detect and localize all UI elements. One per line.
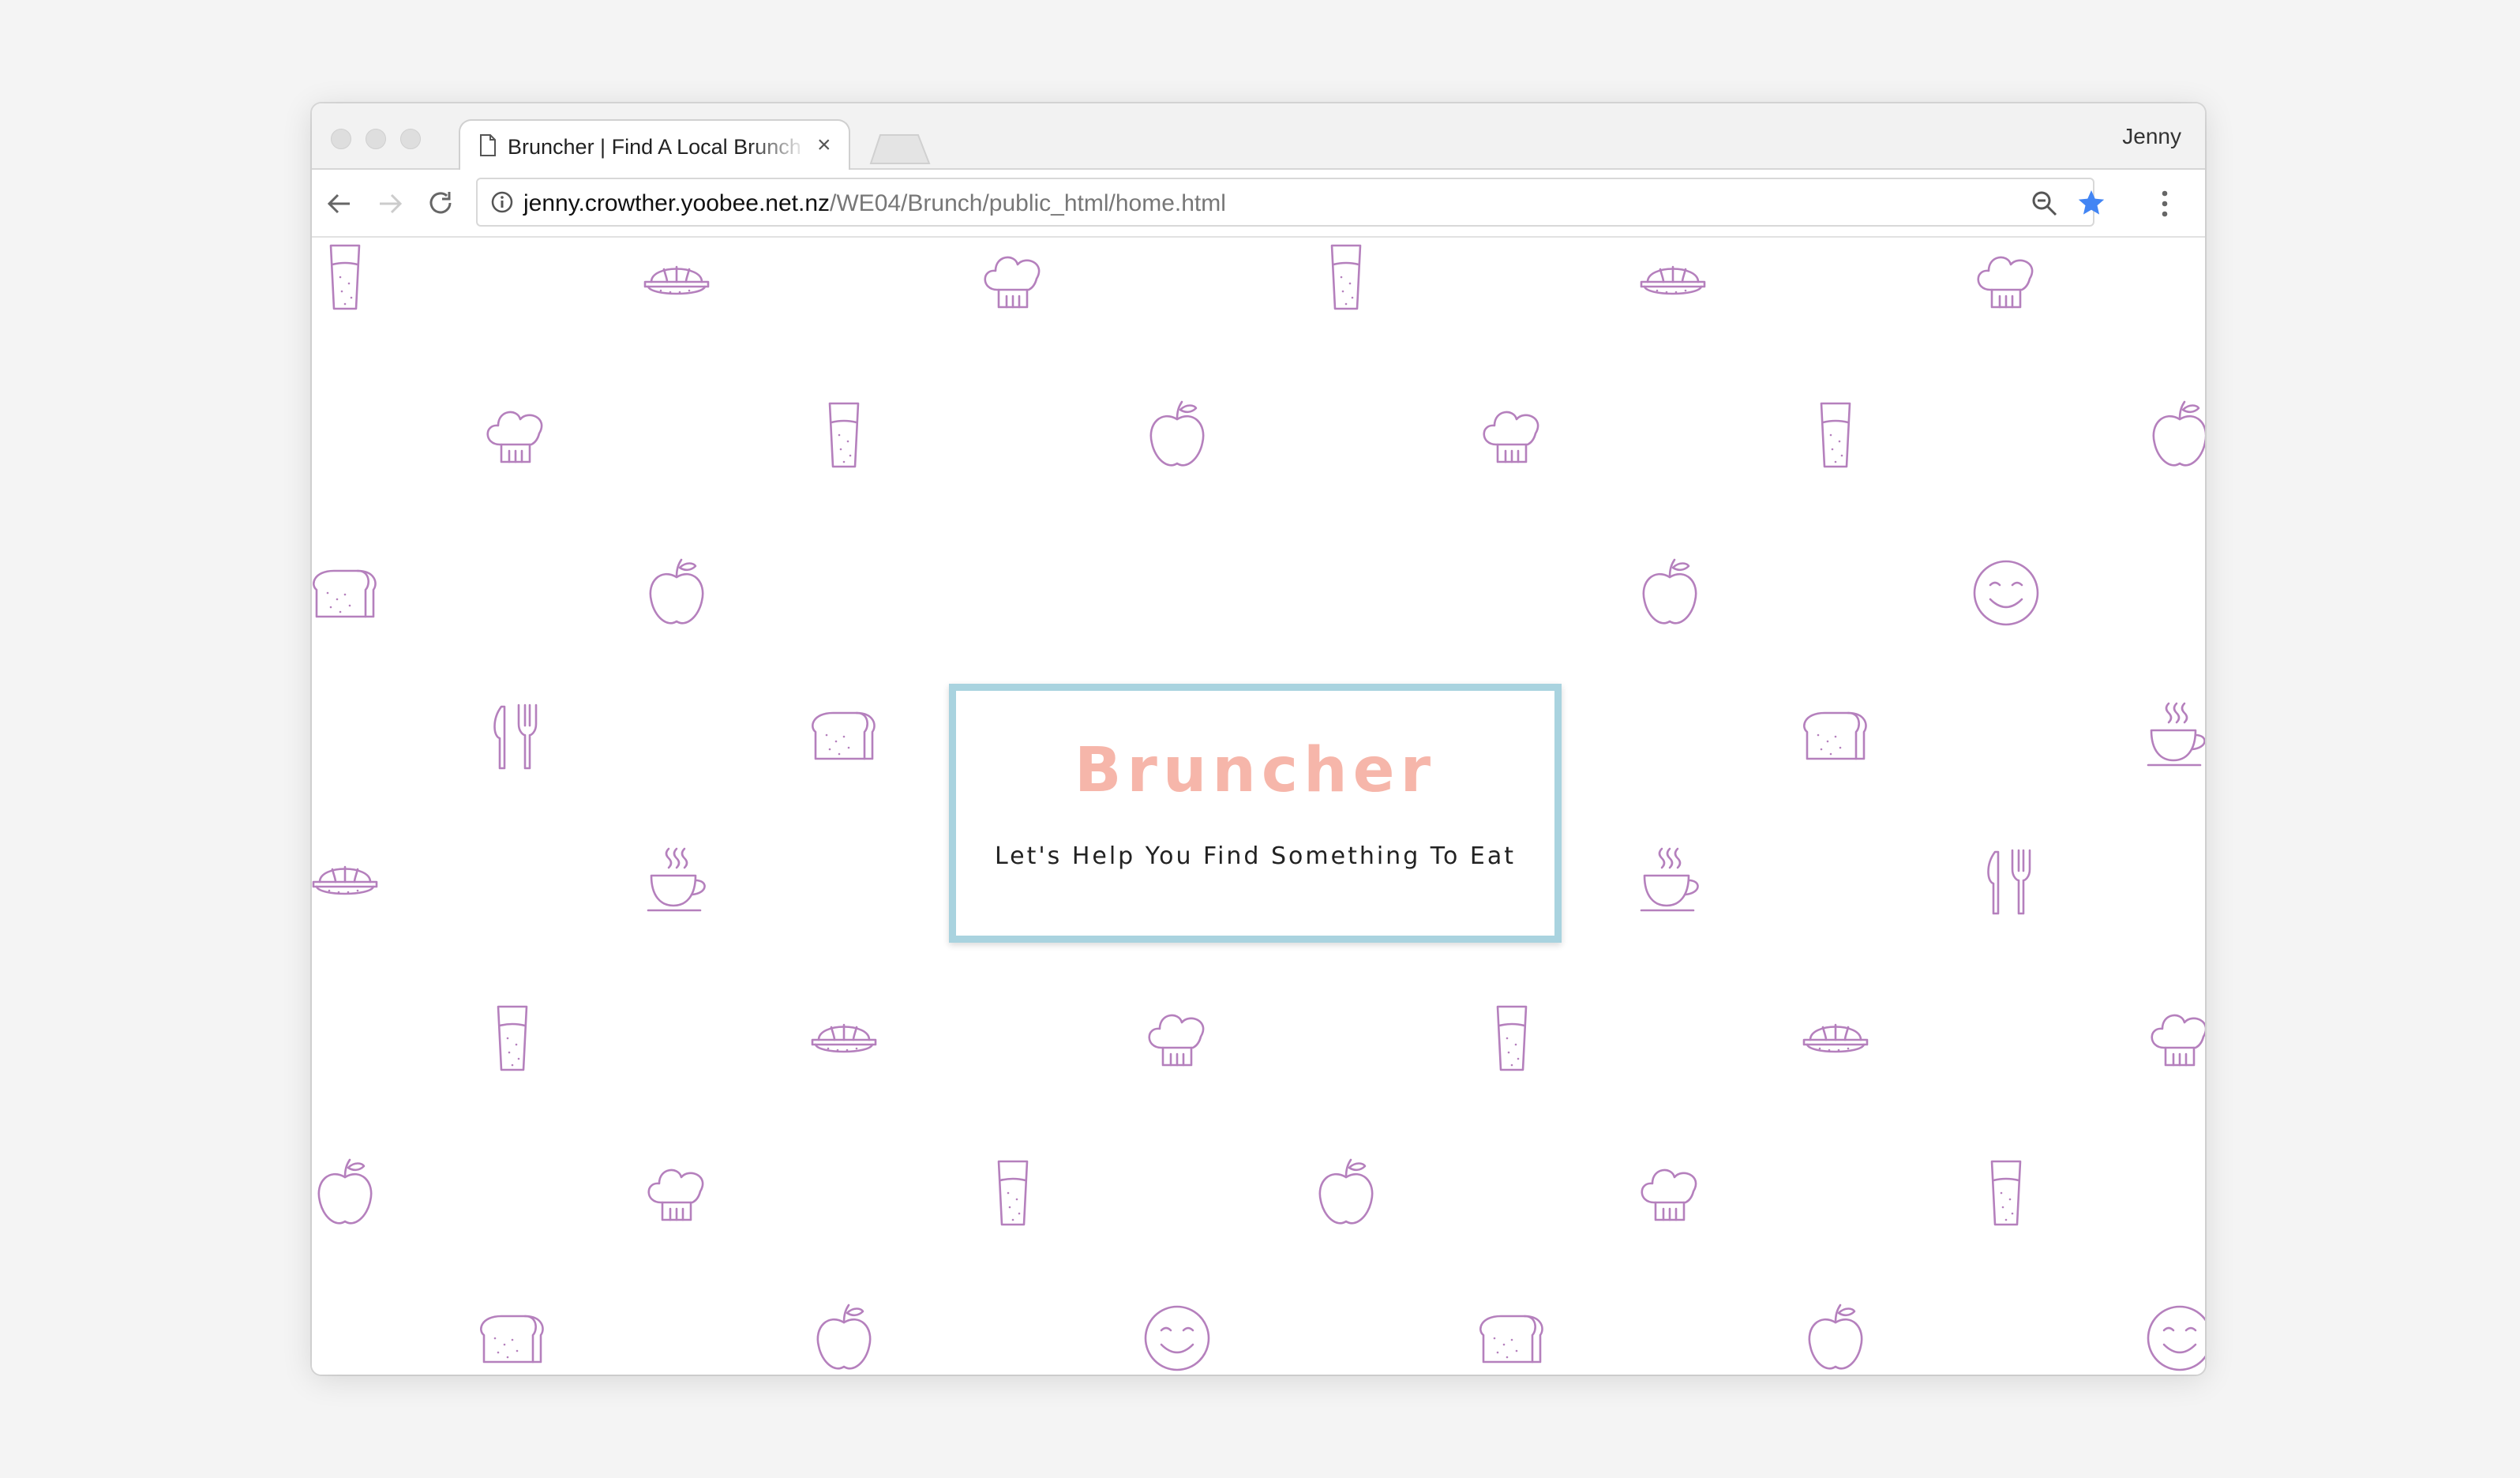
apple-icon <box>1138 396 1217 475</box>
page-content: Bruncher Let's Help You Find Something T… <box>312 238 2205 1375</box>
close-tab-icon[interactable]: × <box>817 132 831 159</box>
apple-icon <box>1307 1154 1386 1232</box>
apple-icon <box>1796 1299 1875 1375</box>
browser-window: Bruncher | Find A Local Brunch × Jenny j… <box>312 103 2205 1375</box>
url-path: /WE04/Brunch/public_html/home.html <box>830 190 1226 216</box>
address-bar[interactable]: jenny.crowther.yoobee.net.nz/WE04/Brunch… <box>476 178 2105 227</box>
new-tab-button[interactable] <box>869 133 932 169</box>
chef-hat-icon <box>1472 396 1551 475</box>
toast-icon <box>1796 696 1875 775</box>
apple-icon <box>312 1154 384 1232</box>
reload-icon[interactable] <box>426 189 456 219</box>
glass-icon <box>1967 1154 2046 1232</box>
cutlery-icon <box>473 696 552 775</box>
chef-hat-icon <box>1967 241 2046 320</box>
coffee-icon <box>1630 841 1709 920</box>
glass-icon <box>1472 999 1551 1078</box>
minimize-window-button[interactable] <box>366 129 386 149</box>
sandwich-icon <box>312 841 384 920</box>
back-arrow-icon[interactable] <box>324 189 354 219</box>
glass-icon <box>312 238 384 317</box>
zoom-out-icon[interactable] <box>2031 190 2058 221</box>
chef-hat-icon <box>1630 1154 1709 1232</box>
sandwich-icon <box>1633 241 1712 320</box>
apple-icon <box>804 1299 883 1375</box>
toast-icon <box>804 696 883 775</box>
sandwich-icon <box>1796 999 1875 1078</box>
apple-icon <box>637 553 716 632</box>
glass-icon <box>473 999 552 1078</box>
glass-icon <box>1307 238 1386 317</box>
chef-hat-icon <box>637 1154 716 1232</box>
hero-card: Bruncher Let's Help You Find Something T… <box>949 684 1562 943</box>
tab-bar: Bruncher | Find A Local Brunch × Jenny <box>312 103 2205 171</box>
toast-icon <box>312 553 384 632</box>
menu-dots-icon[interactable] <box>2159 189 2170 223</box>
glass-icon <box>1796 396 1875 475</box>
apple-icon <box>1630 553 1709 632</box>
smiley-icon <box>1967 553 2046 632</box>
glass-icon <box>804 396 883 475</box>
glass-icon <box>973 1154 1052 1232</box>
chef-hat-icon <box>476 396 555 475</box>
smiley-icon <box>2140 1299 2205 1375</box>
forward-arrow-icon[interactable] <box>375 189 405 219</box>
profile-name[interactable]: Jenny <box>2122 124 2181 149</box>
chef-hat-icon <box>2140 999 2205 1078</box>
tagline: Let's Help You Find Something To Eat <box>995 842 1516 870</box>
apple-icon <box>2140 396 2205 475</box>
smiley-icon <box>1138 1299 1217 1375</box>
url-text: jenny.crowther.yoobee.net.nz/WE04/Brunch… <box>523 190 1226 217</box>
toast-icon <box>473 1299 552 1375</box>
document-icon <box>479 133 497 161</box>
close-window-button[interactable] <box>331 129 351 149</box>
tab-title: Bruncher | Find A Local Brunch <box>508 135 801 159</box>
url-host: jenny.crowther.yoobee.net.nz <box>523 190 831 216</box>
maximize-window-button[interactable] <box>400 129 421 149</box>
bookmark-star-icon[interactable] <box>2077 189 2106 221</box>
coffee-icon <box>637 841 716 920</box>
sandwich-icon <box>637 241 716 320</box>
chef-hat-icon <box>973 241 1052 320</box>
info-icon[interactable] <box>490 190 514 218</box>
chef-hat-icon <box>1138 999 1217 1078</box>
site-title: Bruncher <box>1074 735 1437 806</box>
sandwich-icon <box>804 999 883 1078</box>
toast-icon <box>1472 1299 1551 1375</box>
cutlery-icon <box>1967 841 2046 920</box>
browser-toolbar: jenny.crowther.yoobee.net.nz/WE04/Brunch… <box>312 170 2205 238</box>
browser-tab-active[interactable]: Bruncher | Find A Local Brunch × <box>459 119 850 171</box>
coffee-icon <box>2137 696 2205 775</box>
